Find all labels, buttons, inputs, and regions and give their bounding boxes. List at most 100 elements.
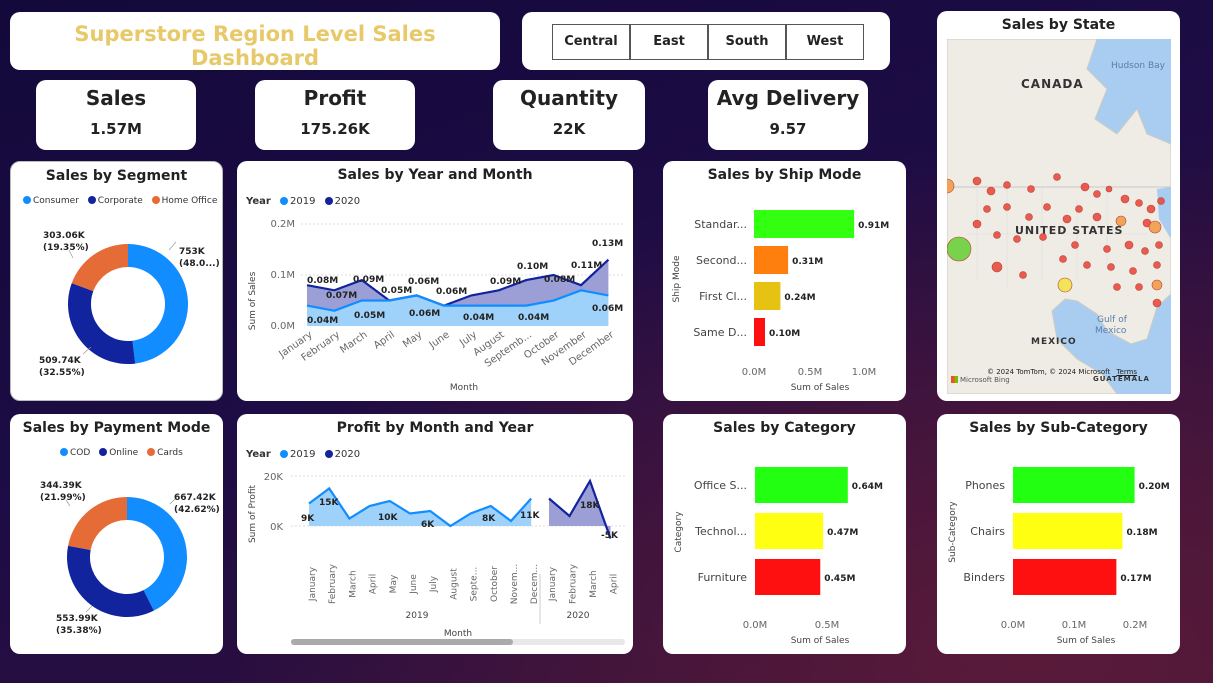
donut-slice: [68, 497, 127, 551]
x-axis-year-label: 2020: [567, 611, 590, 621]
x-tick: February: [569, 563, 579, 604]
state-bubble: [1075, 205, 1083, 213]
state-bubble: [1113, 283, 1121, 291]
kpi-label: Quantity: [520, 86, 618, 110]
kpi-value: 9.57: [769, 120, 807, 138]
x-axis-label: Month: [444, 629, 472, 639]
state-bubble: [1148, 220, 1162, 234]
kpi-sales-card: Sales 1.57M: [36, 80, 196, 150]
x-axis-label: Month: [450, 383, 478, 393]
title-card: Superstore Region Level Sales Dashboard: [10, 12, 500, 70]
x-tick: March: [589, 570, 599, 597]
state-bubble: [1146, 204, 1156, 214]
kpi-value: 175.26K: [300, 120, 370, 138]
y-axis-label: Ship Mode: [672, 255, 682, 302]
data-label: 0.09M: [490, 277, 521, 287]
region-west-button[interactable]: West: [786, 24, 864, 60]
category-label: Furniture: [698, 571, 748, 584]
data-label: 0.91M: [858, 221, 889, 231]
category-label: Second...: [696, 254, 747, 267]
data-label: 9K: [301, 514, 315, 524]
yearmonth-chart-card[interactable]: Sales by Year and Month Year 2019 2020 S…: [237, 161, 633, 401]
data-label: 344.39K: [40, 481, 83, 491]
x-tick: 0.5M: [815, 620, 840, 631]
data-label: 0.05M: [354, 311, 385, 321]
data-label: (42.62%): [174, 505, 220, 515]
kpi-value: 22K: [552, 120, 586, 138]
y-tick: 0K: [270, 522, 283, 533]
data-label: 0.06M: [436, 287, 467, 297]
state-bubble: [1151, 279, 1163, 291]
payment-chart-card[interactable]: Sales by Payment Mode COD Online Cards 6…: [10, 414, 223, 654]
data-label: 6K: [421, 520, 435, 530]
y-axis-label: Sum of Sales: [248, 271, 258, 330]
y-axis-label: Sum of Profit: [248, 485, 258, 544]
dashboard-title: Superstore Region Level Sales Dashboard: [74, 22, 436, 70]
state-map-card[interactable]: Sales by State CANADA Hudson Bay UNITED …: [937, 11, 1180, 401]
y-tick: 20K: [264, 472, 284, 483]
state-bubble: [1092, 212, 1102, 222]
state-bubble: [1135, 199, 1143, 207]
x-tick: August: [449, 568, 459, 600]
category-label: Chairs: [970, 525, 1005, 538]
data-label: 0.18M: [1126, 528, 1157, 538]
state-bubble: [1025, 213, 1033, 221]
map-credit-text: © 2024 TomTom, © 2024 Microsoft: [987, 368, 1111, 376]
state-bubble: [1157, 197, 1165, 205]
data-label: 0.08M: [544, 275, 575, 285]
shipmode-chart-card[interactable]: Sales by Ship Mode Ship Mode Standar... 0…: [663, 161, 906, 401]
data-label: 11K: [520, 511, 541, 521]
category-label: Technol...: [694, 525, 747, 538]
data-label: 18K: [580, 501, 601, 511]
state-bubble: [983, 205, 991, 213]
state-bubble: [1003, 203, 1011, 211]
x-tick: May: [401, 329, 424, 350]
x-tick: 0.0M: [743, 620, 768, 631]
data-label: 753K: [179, 247, 206, 257]
profitmonth-area-chart: Sum of Profit 20K 0K January February Marc…: [248, 472, 625, 639]
state-bubble: [972, 219, 982, 229]
data-label: 0.20M: [1139, 482, 1170, 492]
bar: [1013, 559, 1117, 595]
windows-logo-icon: [951, 376, 958, 383]
scrollbar-thumb[interactable]: [291, 639, 513, 645]
donut-slice: [67, 283, 136, 364]
x-tick: April: [372, 329, 397, 351]
segment-chart-card[interactable]: Sales by Segment Consumer Corporate Home…: [10, 161, 223, 401]
subcategory-chart-card[interactable]: Sales by Sub-Category Sub-Category Phone…: [937, 414, 1180, 654]
data-label: 0.10M: [517, 262, 548, 272]
data-label: 553.99K: [56, 614, 99, 624]
category-chart-card[interactable]: Sales by Category Category Office S... 0.…: [663, 414, 906, 654]
subcategory-bar-chart: Sub-Category Phones 0.20M Chairs 0.18M Binde…: [948, 467, 1170, 646]
region-slicer: Central East South West: [522, 12, 890, 70]
region-east-button[interactable]: East: [630, 24, 708, 60]
state-bubble: [1135, 283, 1143, 291]
data-label: 0.04M: [307, 316, 338, 326]
state-bubble: [1053, 173, 1061, 181]
horizontal-scrollbar[interactable]: [291, 639, 625, 645]
map-credit: © 2024 TomTom, © 2024 Microsoft Terms: [987, 368, 1137, 376]
region-south-button[interactable]: South: [708, 24, 786, 60]
state-bubble: [1059, 255, 1067, 263]
bar: [755, 513, 824, 549]
x-tick: February: [328, 563, 338, 604]
data-label: (19.35%): [43, 243, 89, 253]
region-central-button[interactable]: Central: [552, 24, 630, 60]
map-terms-link[interactable]: Terms: [1116, 368, 1137, 376]
map-bubbles: [947, 173, 1165, 308]
state-bubble: [1003, 181, 1011, 189]
kpi-value: 1.57M: [90, 120, 142, 138]
data-label: (35.38%): [56, 626, 102, 636]
state-bubble: [947, 236, 972, 262]
data-label: 0.11M: [571, 261, 602, 271]
x-tick: 0.1M: [1062, 620, 1087, 631]
profitmonth-chart-card[interactable]: Profit by Month and Year Year 2019 2020 …: [237, 414, 633, 654]
category-label: Phones: [965, 479, 1005, 492]
segment-donut-chart: 753K (48.0...) 509.74K (32.55%) 303.06K …: [39, 231, 220, 378]
state-bubble: [1152, 298, 1162, 308]
y-tick: 0.2M: [270, 219, 295, 230]
x-tick: June: [409, 574, 419, 595]
x-axis-label: Sum of Sales: [791, 636, 850, 646]
map-canvas[interactable]: CANADA Hudson Bay UNITED STATES Gulf of …: [947, 39, 1171, 394]
x-tick: January: [308, 566, 318, 602]
